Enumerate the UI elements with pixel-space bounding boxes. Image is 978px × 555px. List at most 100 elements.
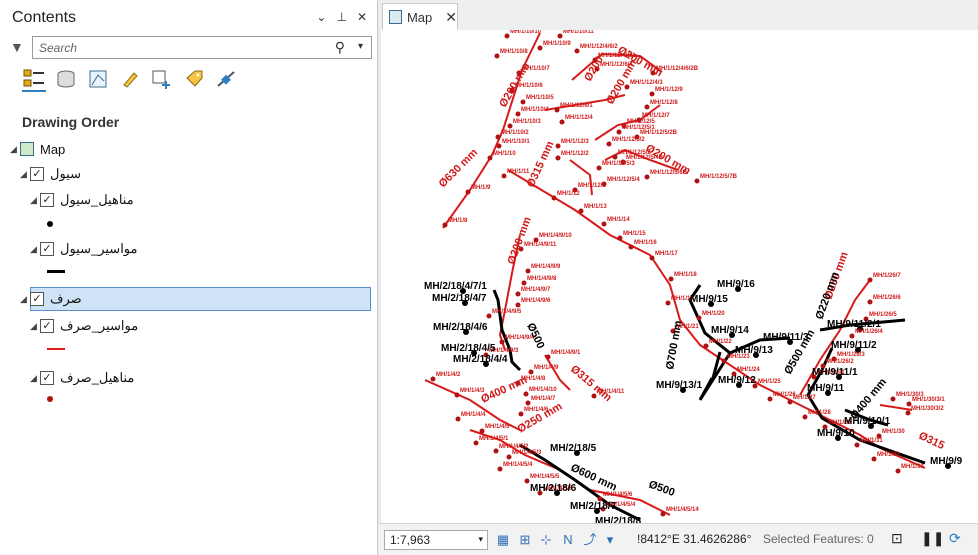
- manhole-point[interactable]: [644, 174, 650, 180]
- manhole-point[interactable]: [525, 268, 531, 274]
- manhole-point[interactable]: [628, 244, 634, 250]
- manhole-point[interactable]: [849, 333, 855, 339]
- manhole-point[interactable]: [557, 33, 563, 39]
- chevron-down-icon[interactable]: ▾: [601, 531, 619, 549]
- manhole-point[interactable]: [504, 33, 510, 39]
- table-icon[interactable]: ⊡: [891, 530, 903, 547]
- collapse-arrow-icon[interactable]: ◢: [20, 294, 30, 305]
- filter-icon[interactable]: ▼: [10, 39, 24, 55]
- north-arrow-icon[interactable]: N: [559, 531, 577, 549]
- manhole-point[interactable]: [528, 369, 534, 375]
- pause-icon[interactable]: ❚❚: [921, 530, 944, 547]
- measure-icon[interactable]: ⊹: [537, 531, 555, 549]
- manhole-point[interactable]: [523, 391, 529, 397]
- manhole-point[interactable]: [721, 358, 727, 364]
- manhole-point[interactable]: [501, 173, 507, 179]
- manhole-point[interactable]: [506, 454, 512, 460]
- selection-icon[interactable]: [150, 66, 174, 92]
- snapping-icon[interactable]: [214, 66, 238, 92]
- visibility-checkbox[interactable]: ✓: [40, 242, 54, 256]
- visibility-checkbox[interactable]: ✓: [30, 292, 44, 306]
- manhole-point[interactable]: [521, 280, 527, 286]
- manhole-point[interactable]: [871, 456, 877, 462]
- navigate-icon[interactable]: ⤴: [581, 531, 599, 549]
- manhole-point[interactable]: [616, 129, 622, 135]
- manhole-point[interactable]: [442, 222, 448, 228]
- manhole-point[interactable]: [660, 511, 666, 517]
- manhole-point[interactable]: [524, 478, 530, 484]
- manhole-point[interactable]: [802, 414, 808, 420]
- collapse-arrow-icon[interactable]: ◢: [30, 244, 40, 255]
- manhole-point[interactable]: [703, 343, 709, 349]
- manhole-point[interactable]: [515, 111, 521, 117]
- map-view[interactable]: MH/1/10/10 MH/1/10/11 MH/1/10/9 MH/1/12/4/6…: [381, 30, 978, 523]
- manhole-point[interactable]: [515, 291, 521, 297]
- manhole-point[interactable]: [465, 189, 471, 195]
- manhole-point[interactable]: [455, 416, 461, 422]
- manhole-point[interactable]: [668, 276, 674, 282]
- manhole-point[interactable]: [895, 468, 901, 474]
- chevron-down-icon[interactable]: ▾: [358, 41, 363, 52]
- scale-selector[interactable]: 1:7,963 ▾: [384, 530, 488, 550]
- collapse-arrow-icon[interactable]: ◢: [30, 373, 40, 384]
- manhole-point[interactable]: [495, 134, 501, 140]
- manhole-point[interactable]: [694, 178, 700, 184]
- manhole-point[interactable]: [612, 154, 618, 160]
- chevron-down-icon[interactable]: ▾: [478, 534, 483, 545]
- close-icon[interactable]: ✕: [357, 10, 367, 24]
- manhole-point[interactable]: [551, 195, 557, 201]
- manhole-point[interactable]: [525, 400, 531, 406]
- manhole-point[interactable]: [596, 165, 602, 171]
- chevron-down-icon[interactable]: ⌄: [316, 10, 326, 24]
- manhole-point[interactable]: [665, 300, 671, 306]
- manhole-point[interactable]: [890, 396, 896, 402]
- close-icon[interactable]: ✕: [445, 9, 457, 26]
- manhole-point[interactable]: [574, 48, 580, 54]
- manhole-point[interactable]: [493, 448, 499, 454]
- grid-icon[interactable]: ▦: [494, 531, 512, 549]
- label-icon[interactable]: [182, 66, 206, 92]
- manhole-point[interactable]: [473, 440, 479, 446]
- collapse-arrow-icon[interactable]: ◢: [10, 144, 20, 155]
- manhole-point[interactable]: [617, 235, 623, 241]
- search-icon[interactable]: ⚲: [335, 39, 345, 56]
- point-symbol[interactable]: [47, 396, 53, 402]
- tree-item-layer-manholes[interactable]: ◢ ✓ مناهيل_سيول: [30, 188, 134, 212]
- manhole-point[interactable]: [454, 392, 460, 398]
- manhole-point[interactable]: [494, 53, 500, 59]
- manhole-point[interactable]: [554, 107, 560, 113]
- tree-item-group-drainage[interactable]: ◢ ✓ صرف: [20, 287, 82, 311]
- manhole-point[interactable]: [905, 410, 911, 416]
- manhole-point[interactable]: [537, 45, 543, 51]
- tree-item-layer-drainage-manholes[interactable]: ◢ ✓ مناهيل_صرف: [30, 366, 134, 390]
- manhole-point[interactable]: [578, 208, 584, 214]
- manhole-point[interactable]: [555, 155, 561, 161]
- pin-icon[interactable]: ⊥: [336, 10, 346, 24]
- tree-item-layer-drainage-pipes[interactable]: ◢ ✓ مواسير_صرف: [30, 314, 138, 338]
- manhole-point[interactable]: [606, 141, 612, 147]
- manhole-point[interactable]: [507, 123, 513, 129]
- search-input[interactable]: Search ⚲ ▾: [32, 36, 372, 59]
- manhole-point[interactable]: [497, 466, 503, 472]
- manhole-point[interactable]: [559, 119, 565, 125]
- database-icon[interactable]: [54, 66, 78, 92]
- manhole-point[interactable]: [649, 255, 655, 261]
- tree-item-map[interactable]: ◢ Map: [10, 137, 65, 161]
- manhole-point[interactable]: [430, 376, 436, 382]
- collapse-arrow-icon[interactable]: ◢: [20, 169, 30, 180]
- pencil-icon[interactable]: [118, 66, 142, 92]
- manhole-point[interactable]: [520, 99, 526, 105]
- manhole-point[interactable]: [479, 428, 485, 434]
- manhole-point[interactable]: [515, 302, 521, 308]
- map-canvas[interactable]: MH/1/10/10 MH/1/10/11 MH/1/10/9 MH/1/12/4/6…: [381, 30, 978, 523]
- line-symbol[interactable]: [47, 270, 65, 273]
- tree-item-group-sewage[interactable]: ◢ ✓ سيول: [20, 162, 81, 186]
- refresh-icon[interactable]: ⟳: [949, 530, 961, 547]
- manhole-point[interactable]: [545, 354, 551, 360]
- manhole-point[interactable]: [486, 313, 492, 319]
- point-symbol[interactable]: [47, 221, 53, 227]
- visibility-checkbox[interactable]: ✓: [40, 371, 54, 385]
- manhole-point[interactable]: [644, 104, 650, 110]
- line-symbol[interactable]: [47, 348, 65, 350]
- manhole-point[interactable]: [487, 155, 493, 161]
